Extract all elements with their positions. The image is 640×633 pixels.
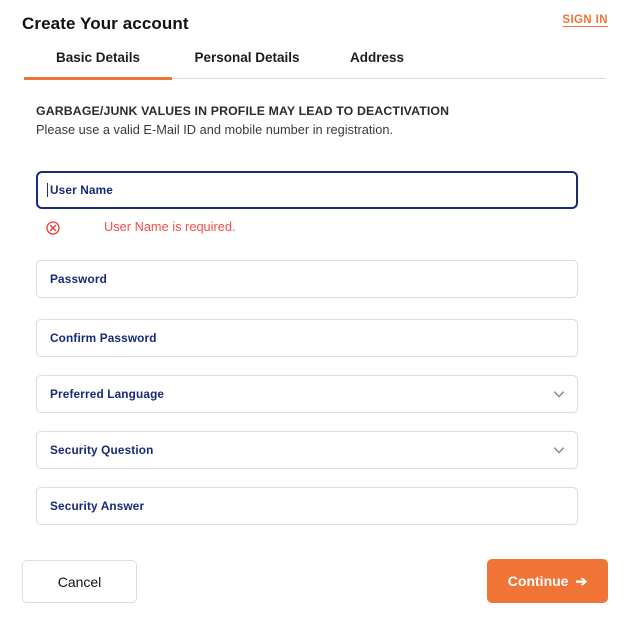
field-confirm-password-label: Confirm Password — [50, 331, 157, 345]
field-password-label: Password — [50, 272, 107, 286]
error-circle-x-icon — [46, 221, 60, 235]
chevron-down-icon[interactable] — [552, 443, 566, 457]
field-password[interactable]: Password — [36, 260, 578, 298]
arrow-right-icon: ➔ — [575, 573, 588, 589]
continue-button-label: Continue — [507, 573, 569, 589]
field-preferred-language[interactable]: Preferred Language — [36, 375, 578, 413]
chevron-down-icon[interactable] — [552, 387, 566, 401]
registration-form: User Name User Name is required. Passwor… — [0, 0, 640, 633]
field-security-answer[interactable]: Security Answer — [36, 487, 578, 525]
field-security-question[interactable]: Security Question — [36, 431, 578, 469]
field-security-question-label: Security Question — [50, 443, 154, 457]
user-name-error-row: User Name is required. — [36, 219, 578, 239]
field-confirm-password[interactable]: Confirm Password — [36, 319, 578, 357]
field-user-name[interactable]: User Name — [36, 171, 578, 209]
continue-button[interactable]: Continue ➔ — [487, 559, 608, 603]
field-preferred-language-label: Preferred Language — [50, 387, 165, 401]
user-name-error-text: User Name is required. — [104, 219, 236, 234]
text-caret — [47, 183, 48, 197]
cancel-button[interactable]: Cancel — [22, 560, 137, 603]
field-user-name-label: User Name — [50, 183, 113, 197]
create-account-screen: Create Your account SIGN IN Basic Detail… — [0, 0, 640, 633]
field-security-answer-label: Security Answer — [50, 499, 145, 513]
